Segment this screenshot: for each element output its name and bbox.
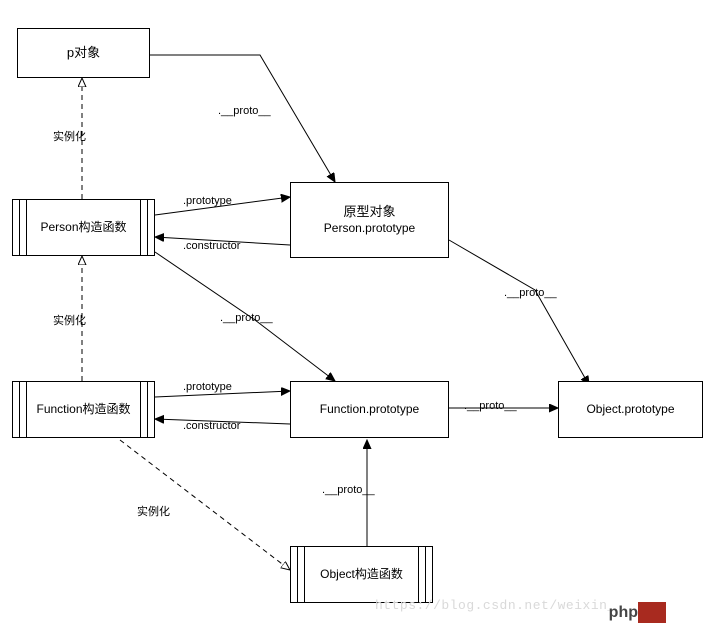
edge-label-instantiate: 实例化 xyxy=(53,128,86,144)
edge-label-constructor: .constructor xyxy=(183,420,240,432)
node-function-prototype: Function.prototype xyxy=(290,381,449,438)
edge-label-proto: .__proto__ xyxy=(464,400,517,412)
node-title: 原型对象 xyxy=(343,204,395,221)
node-person-constructor: Person构造函数 xyxy=(12,199,155,256)
node-object-prototype: Object.prototype xyxy=(558,381,703,438)
node-p-object: p对象 xyxy=(17,28,150,78)
node-label: Function.prototype xyxy=(320,402,419,418)
node-person-prototype: 原型对象 Person.prototype xyxy=(290,182,449,258)
edge-label-prototype: .prototype xyxy=(183,195,232,207)
edge-label-proto: .__proto__ xyxy=(220,312,273,324)
php-logo: php xyxy=(609,604,666,622)
node-label: Person构造函数 xyxy=(40,220,126,236)
edge-label-constructor: .constructor xyxy=(183,240,240,252)
edge-label-prototype: .prototype xyxy=(183,381,232,393)
edge-label-instantiate: 实例化 xyxy=(137,503,170,519)
php-logo-left: php xyxy=(609,604,638,621)
watermark-text: https://blog.csdn.net/weixin_ xyxy=(375,598,616,613)
node-subtitle: Person.prototype xyxy=(324,221,415,237)
node-label: Object.prototype xyxy=(586,402,674,418)
edge-label-proto: .__proto__ xyxy=(322,484,375,496)
php-logo-right xyxy=(638,602,666,623)
node-label: Object构造函数 xyxy=(320,567,403,583)
diagram-edges xyxy=(0,0,716,630)
node-function-constructor: Function构造函数 xyxy=(12,381,155,438)
node-object-constructor: Object构造函数 xyxy=(290,546,433,603)
edge-label-instantiate: 实例化 xyxy=(53,312,86,328)
node-label: p对象 xyxy=(67,45,100,62)
edge-label-proto: .__proto__ xyxy=(218,105,271,117)
edge-label-proto: .__proto__ xyxy=(504,287,557,299)
node-label: Function构造函数 xyxy=(36,402,130,418)
